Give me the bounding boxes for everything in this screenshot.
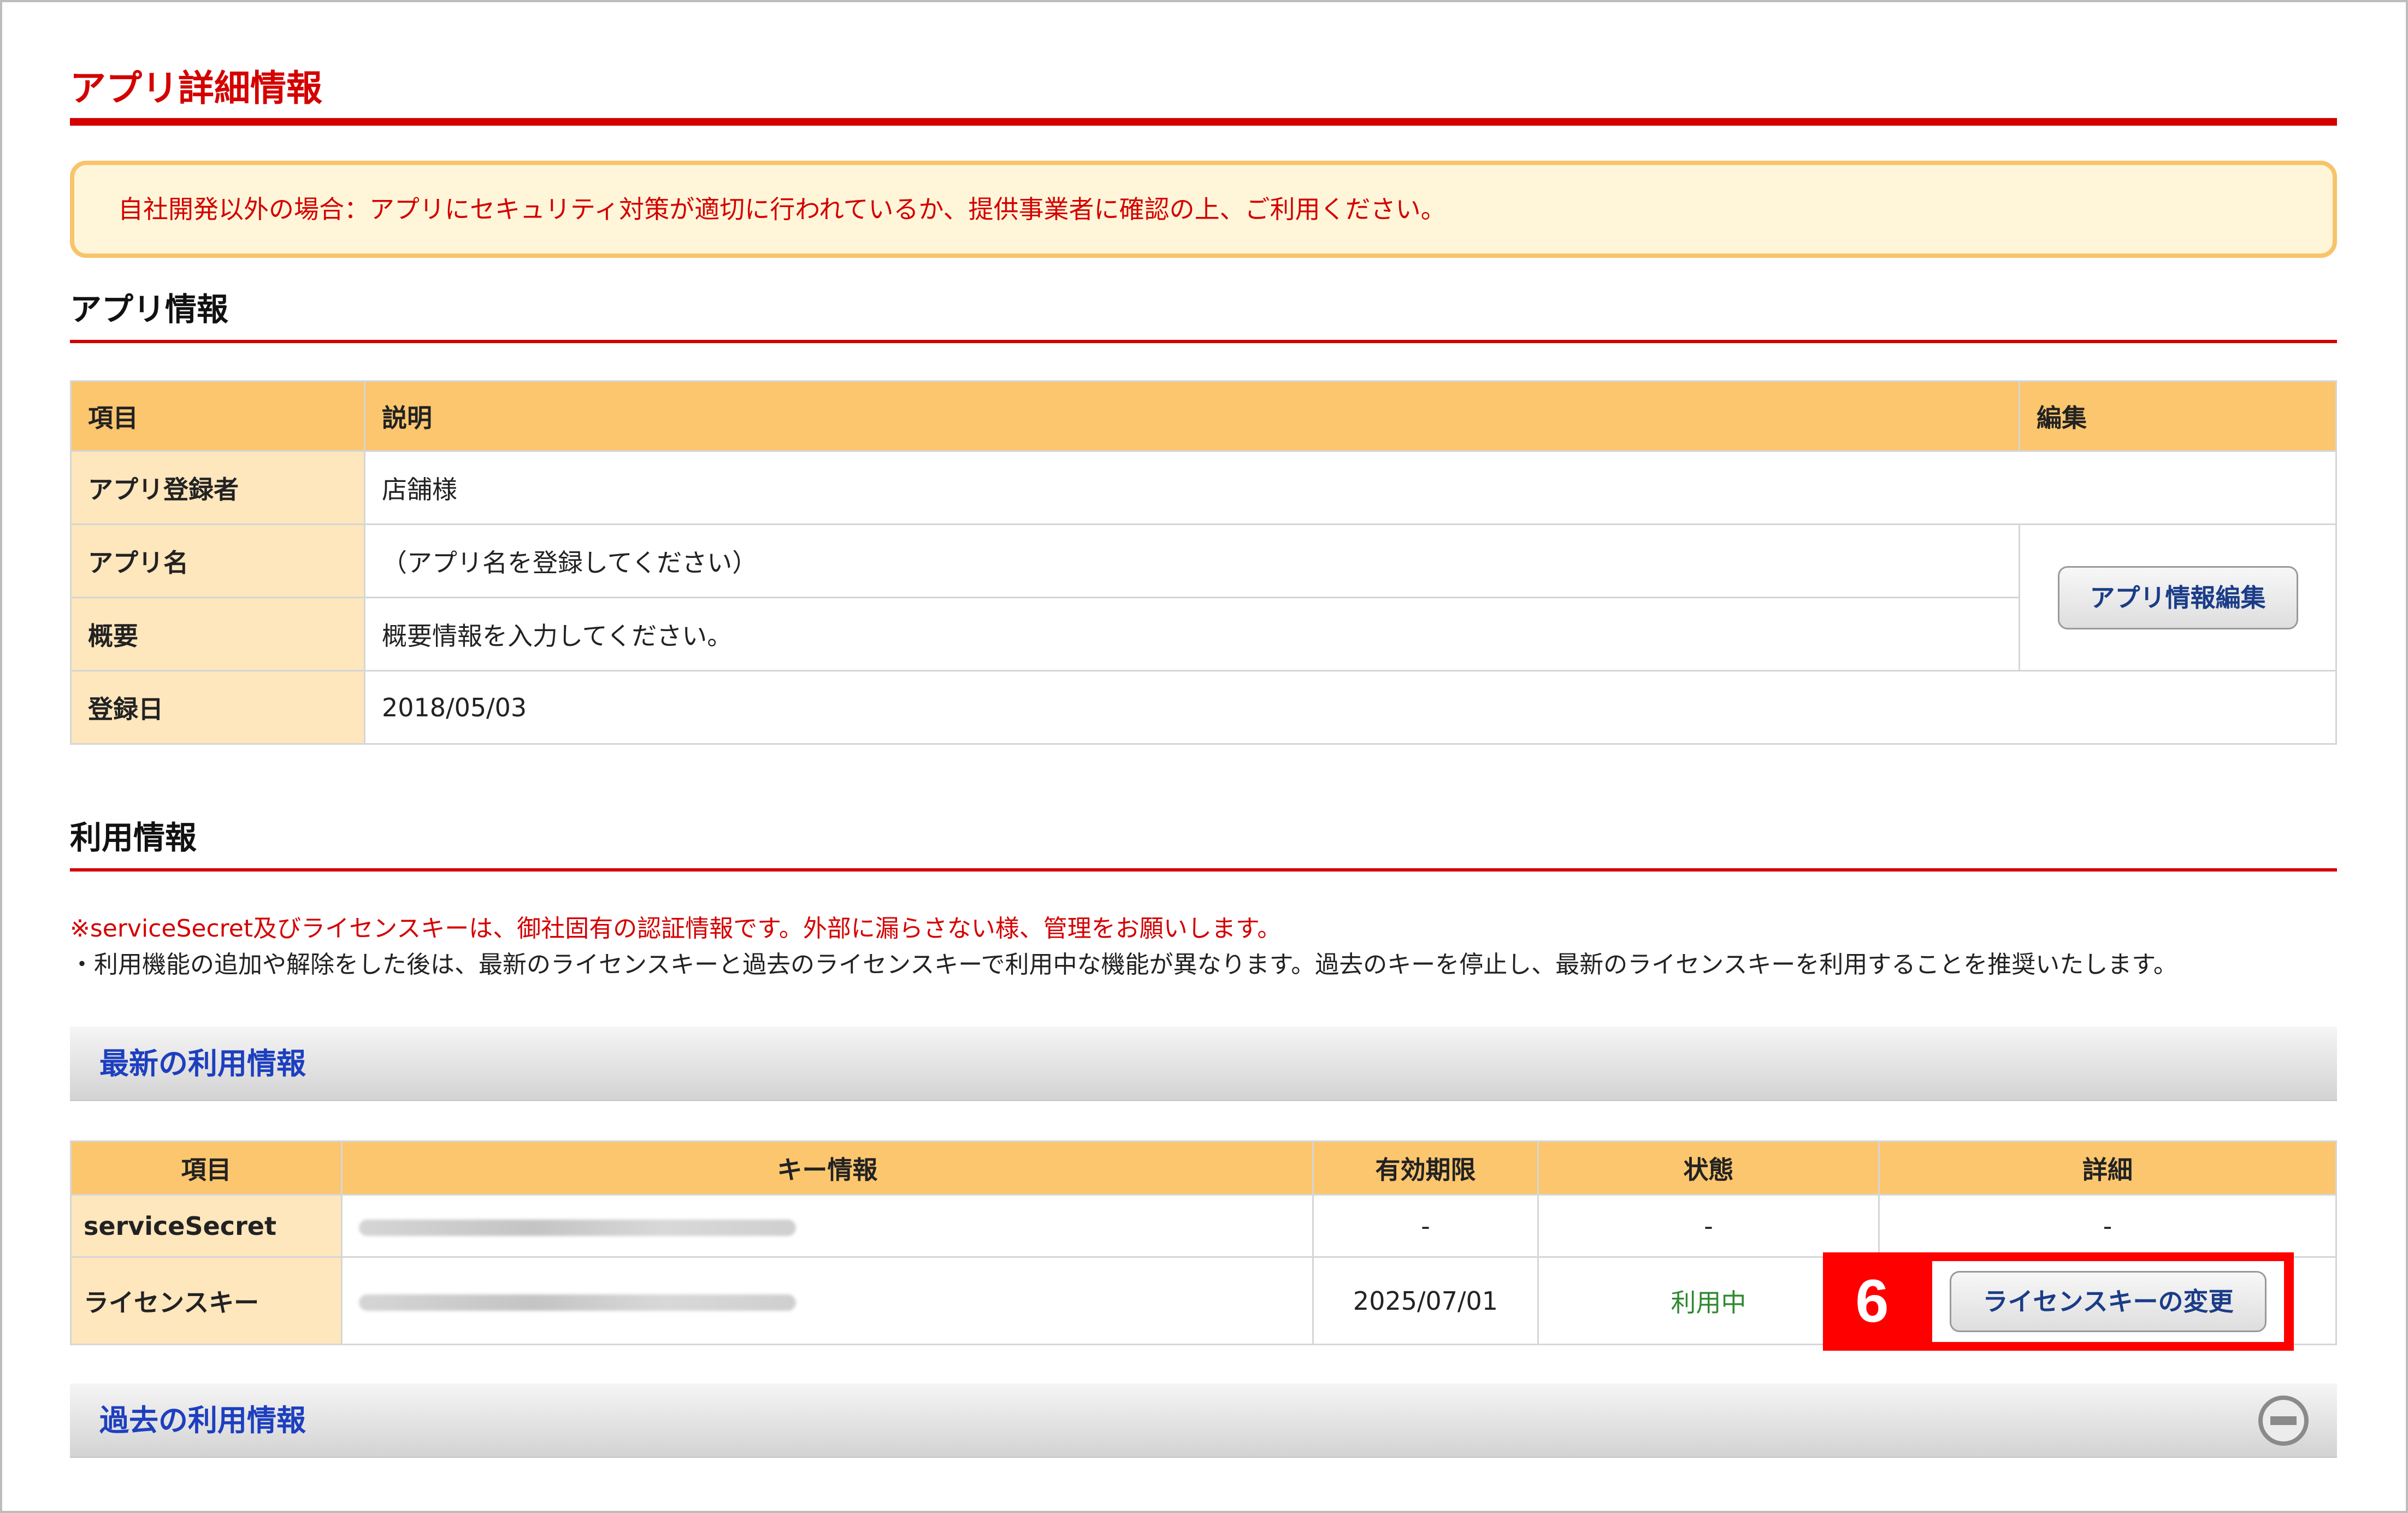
row-item-service-secret: serviceSecret <box>70 1194 343 1258</box>
col-item: 項目 <box>70 380 365 452</box>
app-info-table: 項目 説明 編集 アプリ登録者 店舗様 アプリ名 （アプリ名を登録してください） <box>70 380 2337 745</box>
row-value-registrant: 店舗様 <box>364 450 2337 525</box>
table-header-row: 項目 説明 編集 <box>70 380 2337 452</box>
table-row: 登録日 2018/05/03 <box>70 670 2337 745</box>
row-value-summary: 概要情報を入力してください。 <box>364 597 2020 672</box>
key-info-service-secret <box>341 1194 1314 1258</box>
main-content: アプリ詳細情報 自社開発以外の場合：アプリにセキュリティ対策が適切に行われている… <box>70 62 2337 1458</box>
table-header-row: 項目 キー情報 有効期限 状態 詳細 <box>70 1140 2337 1196</box>
step-number: 6 <box>1855 1268 1889 1335</box>
security-notice: 自社開発以外の場合：アプリにセキュリティ対策が適切に行われているか、提供事業者に… <box>70 161 2337 258</box>
section-rule <box>70 340 2337 343</box>
table-row: アプリ登録者 店舗様 <box>70 450 2337 525</box>
page-title: アプリ詳細情報 <box>70 67 322 109</box>
col-status: 状態 <box>1537 1140 1880 1196</box>
latest-usage-bar: 最新の利用情報 <box>70 1027 2337 1101</box>
past-usage-bar[interactable]: 過去の利用情報 <box>70 1384 2337 1458</box>
redacted-key <box>359 1220 796 1236</box>
edit-cell: アプリ情報編集 <box>2019 523 2337 672</box>
col-detail: 詳細 <box>1878 1140 2337 1196</box>
detail-service-secret: - <box>1878 1194 2337 1258</box>
row-item-license-key: ライセンスキー <box>70 1256 343 1345</box>
row-label-registered-date: 登録日 <box>70 670 365 745</box>
expiry-service-secret: - <box>1312 1194 1539 1258</box>
row-label-registrant: アプリ登録者 <box>70 450 365 525</box>
step-highlight: 6 ライセンスキーの変更 <box>1823 1252 2294 1351</box>
table-row: 概要 概要情報を入力してください。 <box>70 597 2336 672</box>
row-value-registered-date: 2018/05/03 <box>364 670 2337 745</box>
latest-usage-table: 項目 キー情報 有効期限 状態 詳細 serviceSecret - - - ラ… <box>70 1140 2337 1351</box>
secret-warning: ※serviceSecret及びライセンスキーは、御社固有の認証情報です。外部に… <box>70 915 1282 943</box>
row-label-app-name: アプリ名 <box>70 523 365 598</box>
table-row: serviceSecret - - - <box>70 1194 2337 1258</box>
col-description: 説明 <box>364 380 2020 452</box>
change-license-key-button[interactable]: ライセンスキーの変更 <box>1950 1271 2267 1332</box>
detail-license-key: 6 ライセンスキーの変更 <box>1823 1252 2337 1351</box>
title-rule <box>70 118 2337 126</box>
col-item: 項目 <box>70 1140 343 1196</box>
status-service-secret: - <box>1537 1194 1880 1258</box>
step-highlight-inner: ライセンスキーの変更 <box>1932 1261 2284 1342</box>
app-info-section: アプリ情報 項目 説明 編集 アプリ登録者 店舗様 アプリ名 （アプリ名を登録し… <box>70 287 2337 745</box>
row-label-summary: 概要 <box>70 597 365 672</box>
app-info-edit-button[interactable]: アプリ情報編集 <box>2057 566 2298 629</box>
col-edit: 編集 <box>2019 380 2337 452</box>
minus-circle-icon[interactable] <box>2258 1396 2309 1446</box>
col-key-info: キー情報 <box>341 1140 1314 1196</box>
past-usage-title: 過去の利用情報 <box>99 1403 306 1438</box>
app-info-heading: アプリ情報 <box>70 291 229 328</box>
col-expiry: 有効期限 <box>1312 1140 1539 1196</box>
table-row: アプリ名 （アプリ名を登録してください） アプリ情報編集 <box>70 523 2337 672</box>
latest-usage-title: 最新の利用情報 <box>99 1046 306 1081</box>
page-frame: アプリ詳細情報 自社開発以外の場合：アプリにセキュリティ対策が適切に行われている… <box>0 0 2408 1513</box>
expiry-license-key: 2025/07/01 <box>1312 1256 1539 1345</box>
row-value-app-name: （アプリ名を登録してください） <box>364 523 2020 598</box>
usage-info-section: 利用情報 ※serviceSecret及びライセンスキーは、御社固有の認証情報で… <box>70 816 2337 1458</box>
usage-info-heading: 利用情報 <box>70 819 197 856</box>
table-row: ライセンスキー 2025/07/01 利用中 6 ライセンスキーの変更 <box>70 1252 2337 1351</box>
usage-note: ・利用機能の追加や解除をした後は、最新のライセンスキーと過去のライセンスキーで利… <box>70 951 2177 979</box>
section-rule <box>70 868 2337 872</box>
redacted-key <box>359 1294 796 1311</box>
key-info-license-key <box>341 1256 1314 1345</box>
